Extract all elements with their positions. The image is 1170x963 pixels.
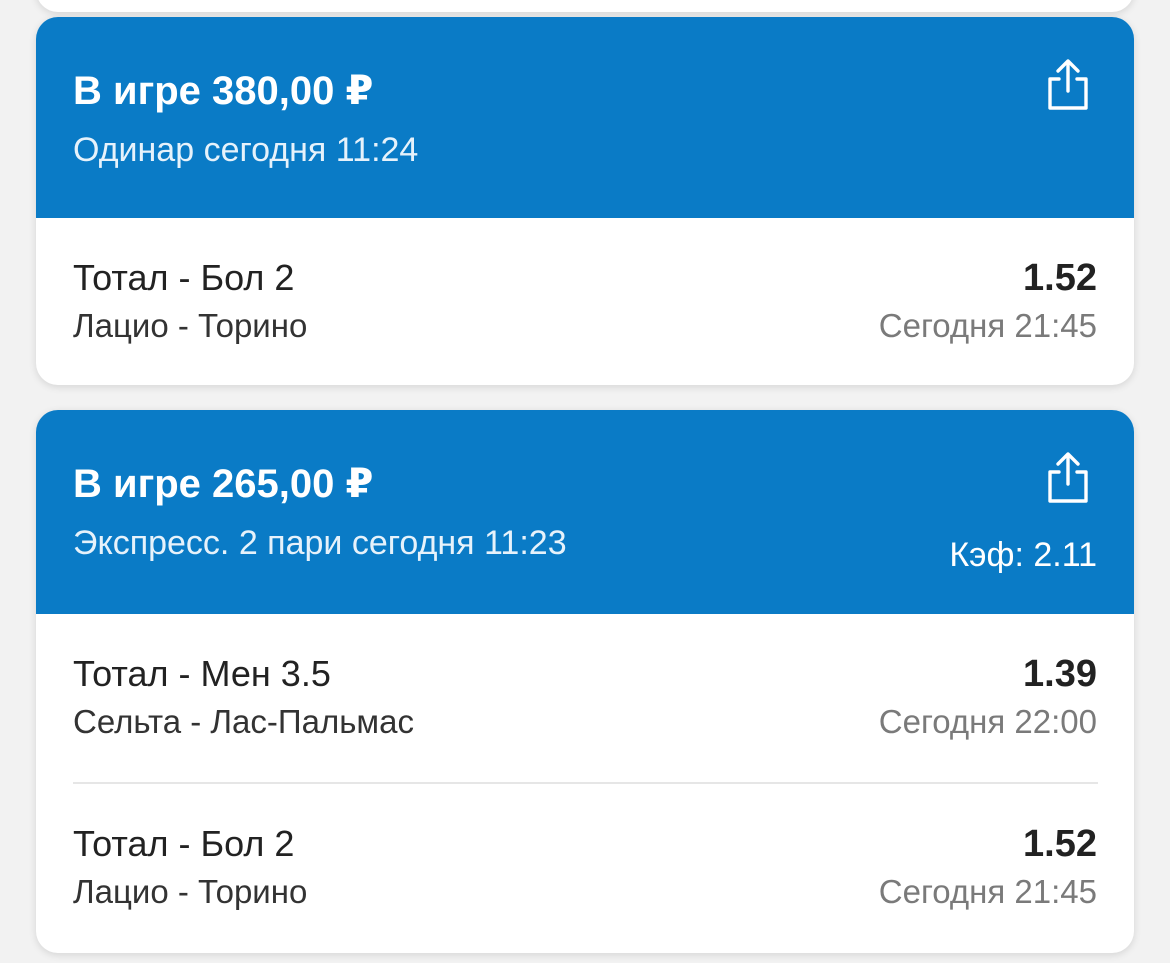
selection-odds: 1.52 [1023, 823, 1097, 865]
selection-time: Сегодня 21:45 [878, 307, 1097, 344]
selection-market: Тотал - Бол 2 [73, 257, 295, 298]
share-button[interactable] [1042, 57, 1094, 113]
selection-market: Тотал - Бол 2 [73, 823, 295, 864]
bet-stake-title: В игре 265,00 ₽ [73, 462, 374, 506]
total-coefficient: Кэф: 2.11 [949, 536, 1097, 574]
selection-odds: 1.52 [1023, 257, 1097, 299]
selection-odds: 1.39 [1023, 653, 1097, 695]
selection-time: Сегодня 22:00 [878, 703, 1097, 740]
selection-event: Лацио - Торино [73, 307, 308, 344]
bet-card-header: В игре 380,00 ₽ Одинар сегодня 11:24 [36, 17, 1134, 218]
bet-selection-row[interactable]: Тотал - Бол 2 Лацио - Торино 1.52 Сегодн… [36, 784, 1134, 952]
selection-event: Сельта - Лас-Пальмас [73, 703, 414, 740]
share-button[interactable] [1042, 450, 1094, 506]
bet-history-screen: В игре 380,00 ₽ Одинар сегодня 11:24 Тот… [0, 0, 1170, 963]
bet-type-timestamp: Экспресс. 2 пари сегодня 11:23 [73, 524, 567, 562]
bet-type-timestamp: Одинар сегодня 11:24 [73, 131, 419, 169]
selection-event: Лацио - Торино [73, 873, 308, 910]
previous-bet-card[interactable] [36, 0, 1134, 12]
bet-stake-title: В игре 380,00 ₽ [73, 69, 374, 113]
share-icon [1042, 57, 1094, 113]
bet-selection-row[interactable]: Тотал - Мен 3.5 Сельта - Лас-Пальмас 1.3… [36, 614, 1134, 782]
bet-selection-row[interactable]: Тотал - Бол 2 Лацио - Торино 1.52 Сегодн… [36, 218, 1134, 385]
bet-card[interactable]: В игре 265,00 ₽ Экспресс. 2 пари сегодня… [36, 410, 1134, 953]
selection-time: Сегодня 21:45 [878, 873, 1097, 910]
share-icon [1042, 450, 1094, 506]
bet-card-header: В игре 265,00 ₽ Экспресс. 2 пари сегодня… [36, 410, 1134, 614]
selection-market: Тотал - Мен 3.5 [73, 653, 331, 694]
bet-card[interactable]: В игре 380,00 ₽ Одинар сегодня 11:24 Тот… [36, 17, 1134, 385]
